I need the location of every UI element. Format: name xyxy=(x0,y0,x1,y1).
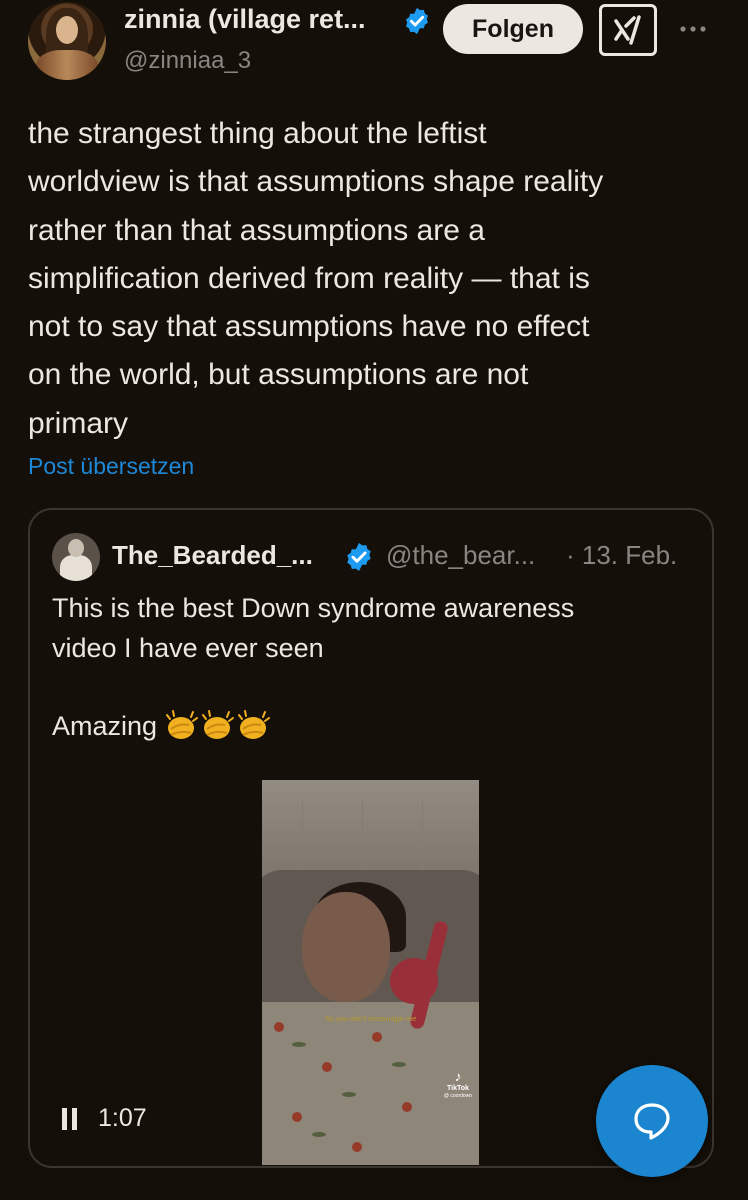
follow-button[interactable]: Folgen xyxy=(443,4,583,54)
clapping-hands-icon xyxy=(163,709,271,743)
tiktok-watermark: ♪ TikTok @ coordown xyxy=(438,1068,478,1100)
quoted-post-text: This is the best Down syndrome awareness… xyxy=(52,593,575,663)
video-duration: 1:07 xyxy=(98,1104,147,1132)
quoted-post-amazing-text: Amazing xyxy=(52,711,158,741)
more-icon[interactable] xyxy=(678,14,708,44)
quoted-author-display-name[interactable]: The_Bearded_... xyxy=(112,540,313,571)
quoted-author-handle[interactable]: @the_bear... xyxy=(386,540,535,571)
post-text: the strangest thing about the leftist wo… xyxy=(28,117,604,440)
quoted-post-text-line: Amazing xyxy=(52,706,271,746)
pause-icon[interactable] xyxy=(62,1107,78,1130)
verified-badge-icon xyxy=(406,7,428,35)
translate-post-link[interactable]: Post übersetzen xyxy=(28,453,194,480)
author-display-name[interactable]: zinnia (village ret... xyxy=(124,4,366,35)
post-detail-page: zinnia (village ret... @zinniaa_3 Folgen… xyxy=(0,0,748,1200)
grok-icon[interactable] xyxy=(599,4,657,56)
quoted-post-date[interactable]: · 13. Feb. xyxy=(566,540,677,571)
author-handle[interactable]: @zinniaa_3 xyxy=(124,47,251,75)
video-player[interactable]: So you don't encourage me ♪ TikTok @ coo… xyxy=(262,780,479,1165)
video-controls: 1:07 xyxy=(62,1104,147,1133)
tiktok-icon: ♪ xyxy=(454,1068,462,1084)
reply-bubble-icon xyxy=(634,1103,670,1140)
verified-badge-icon xyxy=(347,543,371,571)
reply-button[interactable] xyxy=(596,1065,708,1177)
author-avatar[interactable] xyxy=(28,2,106,80)
quoted-author-avatar[interactable] xyxy=(52,533,100,581)
